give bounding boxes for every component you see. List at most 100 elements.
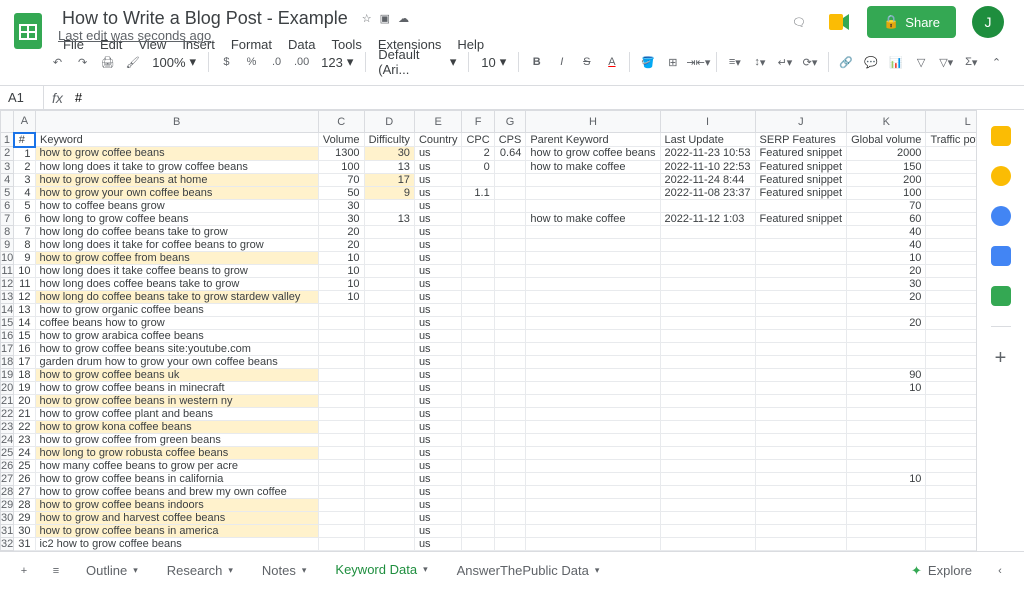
cell[interactable] (660, 394, 755, 407)
chevron-down-icon[interactable]: ▾ (228, 565, 233, 576)
cell[interactable]: 30 (847, 277, 926, 290)
chevron-down-icon[interactable]: ▾ (595, 565, 600, 576)
cell[interactable] (494, 251, 526, 264)
cell[interactable] (494, 511, 526, 524)
formula-input[interactable] (71, 86, 1024, 109)
cell[interactable]: 18 (14, 368, 35, 381)
cell[interactable] (364, 264, 414, 277)
cell[interactable] (364, 342, 414, 355)
cell[interactable]: us (414, 524, 462, 537)
cell[interactable] (462, 303, 494, 316)
cell[interactable] (755, 459, 847, 472)
cell[interactable]: 2022-11-08 23:37 (660, 186, 755, 199)
cell[interactable]: 20 (847, 316, 926, 329)
cell[interactable] (462, 277, 494, 290)
add-sheet-button[interactable]: + (8, 555, 40, 587)
cell[interactable]: 10 (14, 264, 35, 277)
cell[interactable]: 50 (318, 186, 364, 199)
cell[interactable] (526, 316, 660, 329)
cell[interactable] (847, 524, 926, 537)
cell[interactable]: coffee beans how to grow (35, 316, 318, 329)
cell[interactable]: 13 (364, 212, 414, 225)
h-align-button[interactable]: ≡▾ (723, 49, 746, 75)
side-panel-toggle[interactable]: ‹ (984, 555, 1016, 587)
format-number-button[interactable]: 123▾ (315, 54, 359, 70)
cell[interactable] (755, 342, 847, 355)
cell[interactable]: us (414, 199, 462, 212)
cell[interactable] (494, 329, 526, 342)
cell[interactable]: how to grow coffee beans (35, 147, 318, 161)
spreadsheet-grid[interactable]: ABCDEFGHIJKLMNO1#KeywordVolumeDifficulty… (0, 110, 976, 551)
cell[interactable]: how to grow coffee beans in california (35, 472, 318, 485)
cell[interactable]: 9 (364, 186, 414, 199)
cell[interactable] (926, 550, 976, 551)
cell[interactable] (318, 446, 364, 459)
row-header[interactable]: 21 (1, 394, 14, 407)
cell[interactable]: 20 (318, 225, 364, 238)
cell[interactable] (494, 342, 526, 355)
cell[interactable]: 2022-11-12 1:03 (660, 212, 755, 225)
row-header[interactable]: 23 (1, 420, 14, 433)
cell[interactable]: how long to grow coffee beans (35, 212, 318, 225)
row-header[interactable]: 10 (1, 251, 14, 264)
cell[interactable] (462, 368, 494, 381)
cell[interactable] (526, 290, 660, 303)
cell[interactable] (526, 394, 660, 407)
cell[interactable]: how to grow coffee beans (526, 147, 660, 161)
cell[interactable] (462, 238, 494, 251)
cell[interactable] (926, 420, 976, 433)
cell[interactable] (755, 199, 847, 212)
cell[interactable] (847, 498, 926, 511)
cell[interactable]: us (414, 446, 462, 459)
cell[interactable] (462, 212, 494, 225)
cell[interactable] (847, 394, 926, 407)
cell[interactable] (494, 238, 526, 251)
cell[interactable]: how long do coffee beans take to grow st… (35, 290, 318, 303)
cell[interactable] (364, 459, 414, 472)
cell[interactable] (755, 238, 847, 251)
cell[interactable] (318, 407, 364, 420)
select-all-cell[interactable] (1, 111, 14, 133)
cell[interactable] (526, 277, 660, 290)
cell[interactable] (462, 537, 494, 550)
column-header-B[interactable]: B (35, 111, 318, 133)
cell[interactable] (526, 303, 660, 316)
cell[interactable] (462, 472, 494, 485)
cell[interactable]: 40 (847, 238, 926, 251)
cell[interactable] (462, 394, 494, 407)
cell[interactable]: how to grow coffee beans in america (35, 524, 318, 537)
row-header[interactable]: 4 (1, 173, 14, 186)
maps-icon[interactable] (991, 286, 1011, 306)
cell[interactable]: 19 (14, 381, 35, 394)
row-header[interactable]: 29 (1, 498, 14, 511)
row-header[interactable]: 12 (1, 277, 14, 290)
cell[interactable]: Keyword (35, 133, 318, 147)
row-header[interactable]: 19 (1, 368, 14, 381)
cell[interactable]: 10 (318, 264, 364, 277)
row-header[interactable]: 25 (1, 446, 14, 459)
chart-button[interactable]: 📊 (885, 49, 908, 75)
row-header[interactable]: 22 (1, 407, 14, 420)
share-button[interactable]: 🔒 Share (867, 6, 956, 38)
cell[interactable]: Featured snippet (755, 212, 847, 225)
cell[interactable] (926, 251, 976, 264)
cell[interactable] (755, 446, 847, 459)
cell[interactable] (926, 537, 976, 550)
calendar-icon[interactable] (991, 126, 1011, 146)
cell[interactable] (755, 433, 847, 446)
cell[interactable] (462, 550, 494, 551)
cell[interactable] (526, 381, 660, 394)
cell[interactable]: us (414, 407, 462, 420)
cell[interactable] (926, 316, 976, 329)
star-icon[interactable]: ☆ (362, 12, 372, 25)
cell[interactable] (364, 524, 414, 537)
cell[interactable]: us (414, 303, 462, 316)
cell[interactable] (318, 368, 364, 381)
cell[interactable]: us (414, 160, 462, 173)
cell[interactable]: how to grow coffee beans indoors (35, 498, 318, 511)
cell[interactable] (526, 186, 660, 199)
cell[interactable]: how to grow coffee plant and beans (35, 407, 318, 420)
cell[interactable]: 25 (14, 459, 35, 472)
cell[interactable] (926, 368, 976, 381)
cell[interactable] (755, 524, 847, 537)
